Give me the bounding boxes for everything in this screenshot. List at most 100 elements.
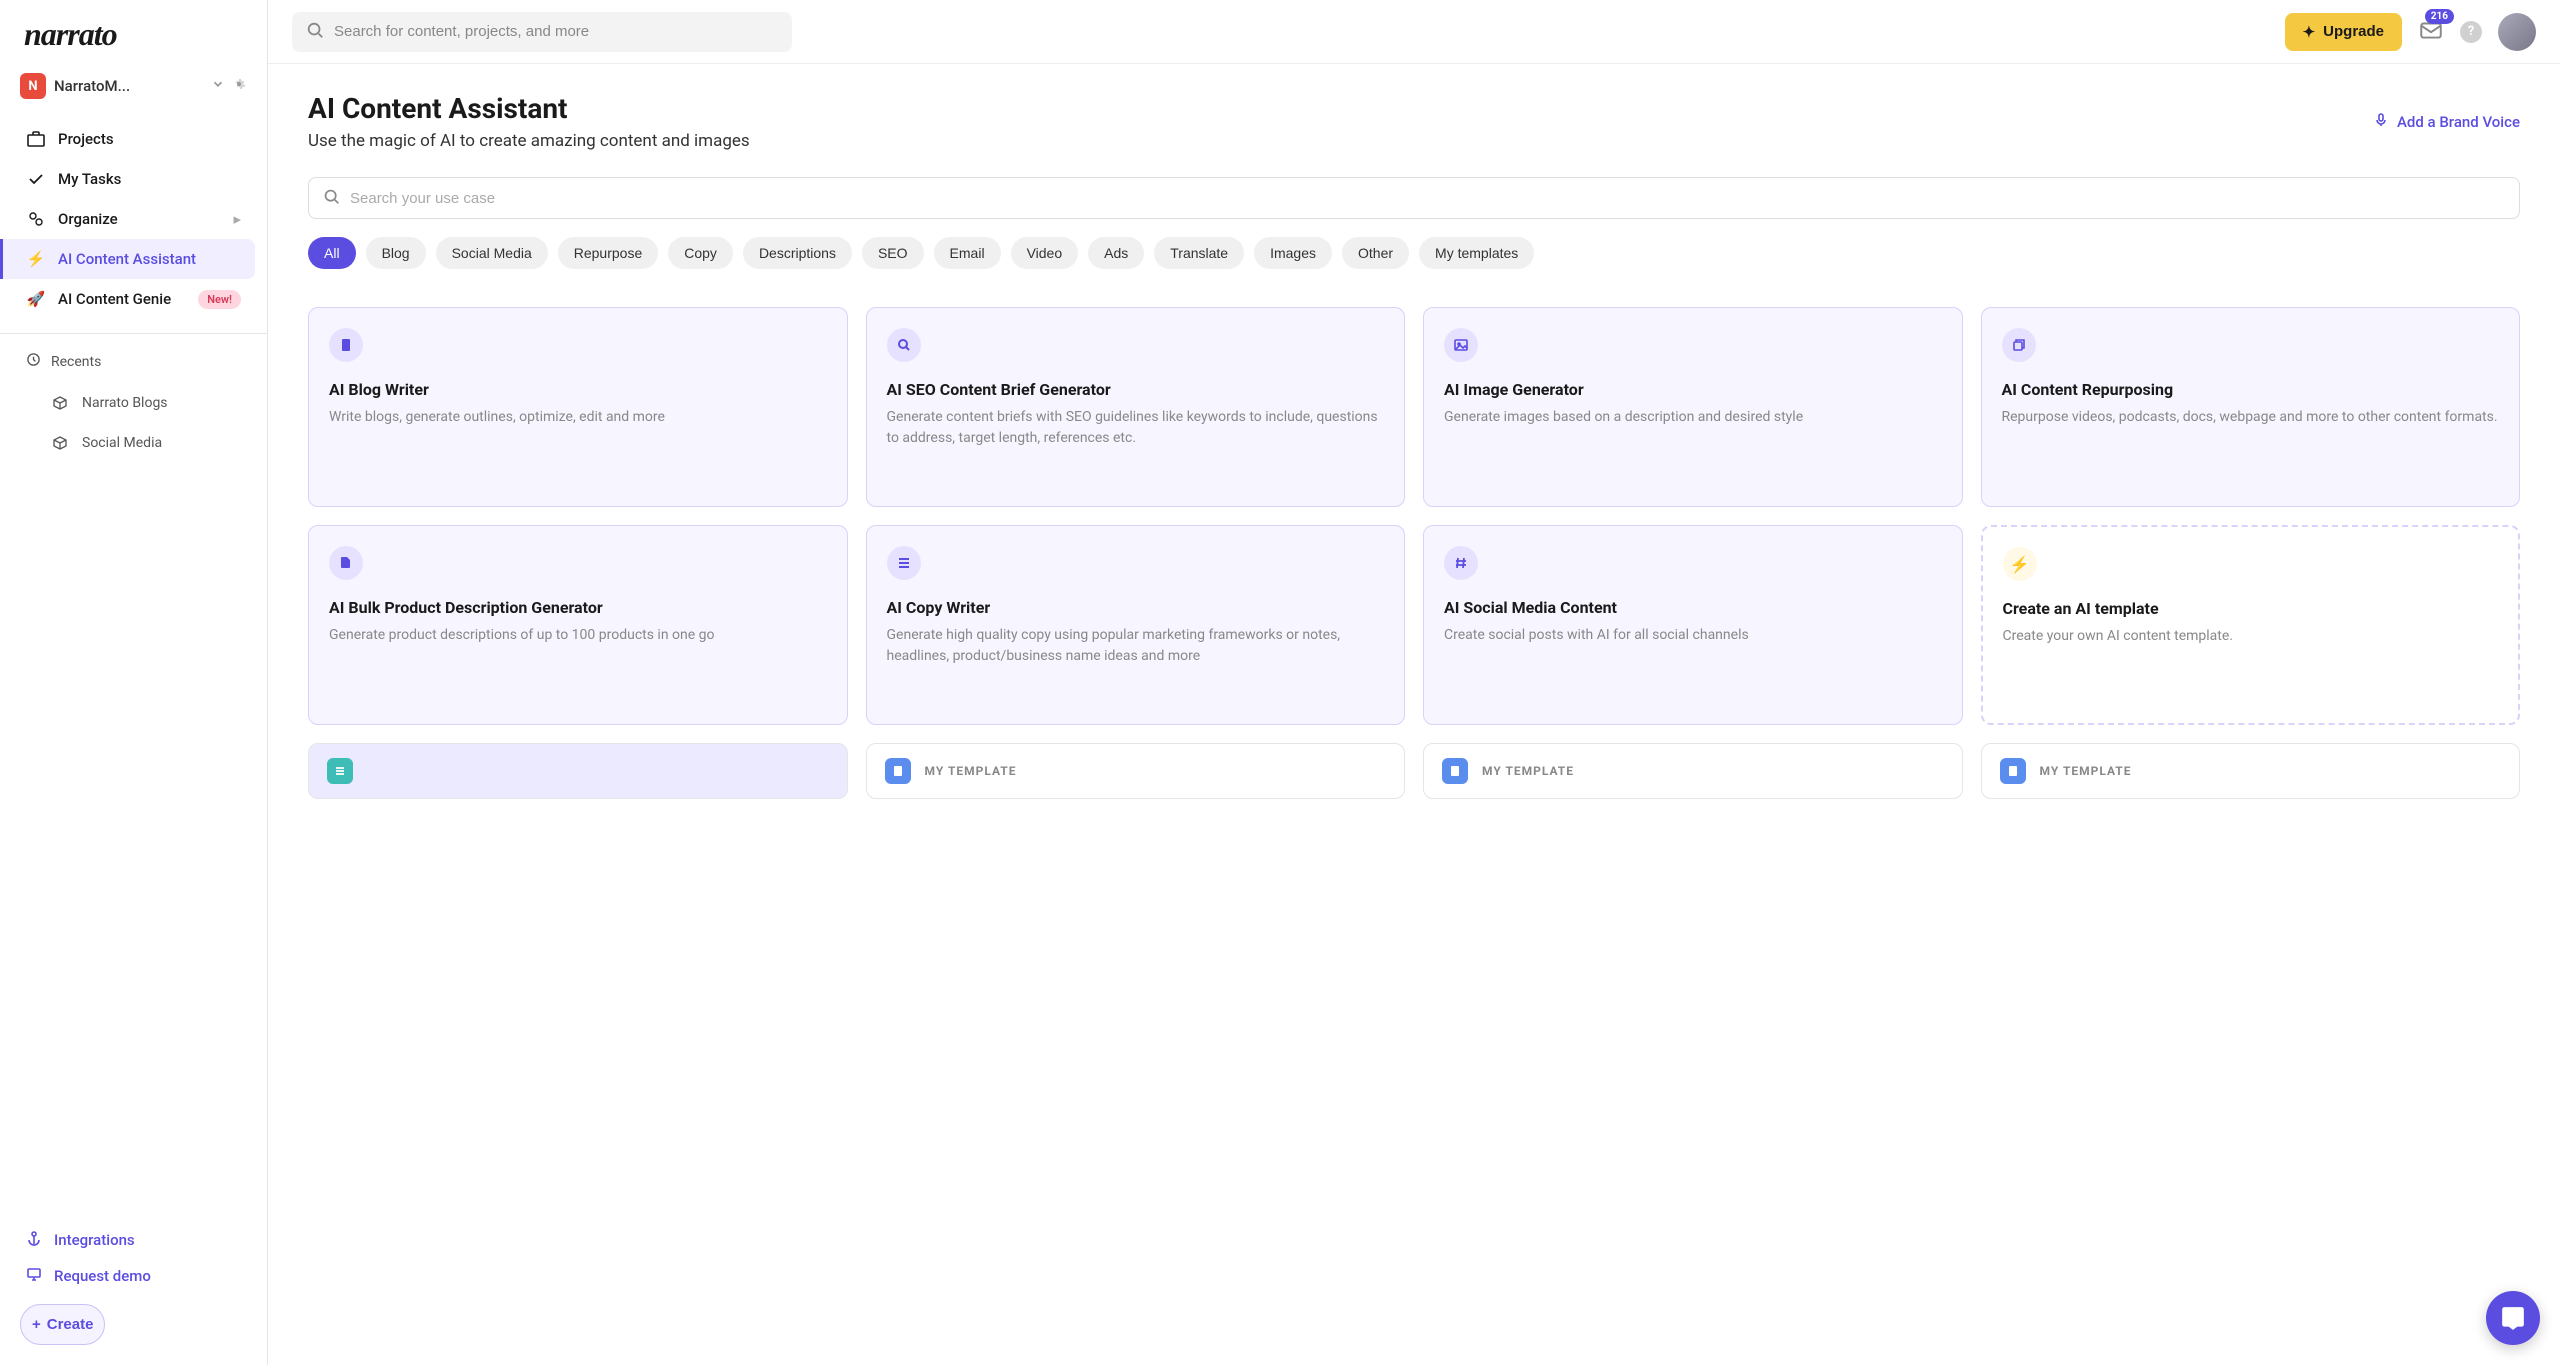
card-social-media[interactable]: AI Social Media Content Create social po… [1423, 525, 1963, 725]
plus-icon: + [32, 1316, 41, 1333]
filter-chip[interactable]: Repurpose [558, 237, 659, 269]
card-desc: Generate content briefs with SEO guideli… [887, 407, 1385, 449]
brand-logo: narrato [24, 16, 243, 53]
usecase-search-box[interactable] [308, 177, 2520, 219]
filter-chip[interactable]: Descriptions [743, 237, 852, 269]
card-desc: Repurpose videos, podcasts, docs, webpag… [2002, 407, 2500, 428]
card-desc: Create your own AI content template. [2003, 626, 2499, 647]
filter-chip[interactable]: Images [1254, 237, 1332, 269]
notifications-button[interactable]: 216 [2418, 17, 2444, 47]
card-blog-writer[interactable]: AI Blog Writer Write blogs, generate out… [308, 307, 848, 507]
chat-widget[interactable] [2486, 1291, 2540, 1345]
doc-icon [1442, 758, 1468, 784]
sidebar-item-ai-genie[interactable]: 🚀 AI Content Genie New! [12, 279, 255, 319]
card-title: AI Social Media Content [1444, 598, 1942, 617]
add-brand-voice-button[interactable]: Add a Brand Voice [2373, 112, 2520, 132]
sidebar-item-organize[interactable]: Organize ▸ [12, 199, 255, 239]
global-search-box[interactable] [292, 12, 792, 52]
badge-new: New! [198, 290, 241, 309]
card-bulk-product[interactable]: AI Bulk Product Description Generator Ge… [308, 525, 848, 725]
sidebar: narrato N NarratoM... Projects My Tasks … [0, 0, 268, 1365]
notification-count: 216 [2425, 9, 2454, 24]
sidebar-item-ai-assistant[interactable]: ⚡ AI Content Assistant [0, 239, 255, 279]
card-title: AI Image Generator [1444, 380, 1942, 399]
card-title: AI Bulk Product Description Generator [329, 598, 827, 617]
usecase-search-input[interactable] [350, 190, 2505, 207]
template-label: MY TEMPLATE [1482, 764, 1574, 778]
clock-icon [26, 352, 41, 371]
doc-icon [885, 758, 911, 784]
card-title: Create an AI template [2003, 599, 2499, 618]
magnify-icon [887, 328, 921, 362]
rocket-icon: 🚀 [26, 289, 46, 309]
recents-label: Recents [0, 344, 267, 379]
card-title: AI Copy Writer [887, 598, 1385, 617]
card-desc: Write blogs, generate outlines, optimize… [329, 407, 827, 428]
card-desc: Generate high quality copy using popular… [887, 625, 1385, 667]
card-title: AI Content Repurposing [2002, 380, 2500, 399]
bolt-icon: ⚡ [2003, 547, 2037, 581]
card-desc: Generate images based on a description a… [1444, 407, 1942, 428]
filter-chip[interactable]: My templates [1419, 237, 1534, 269]
anchor-icon [26, 1230, 42, 1250]
filter-chip[interactable]: Email [934, 237, 1001, 269]
template-card[interactable]: MY TEMPLATE [1981, 743, 2521, 799]
sidebar-item-tasks[interactable]: My Tasks [12, 159, 255, 199]
files-icon [329, 546, 363, 580]
filter-chip[interactable]: Copy [668, 237, 733, 269]
recent-item[interactable]: Narrato Blogs [12, 383, 255, 423]
workspace-badge: N [20, 73, 46, 99]
help-button[interactable]: ? [2460, 21, 2482, 43]
request-demo-link[interactable]: Request demo [12, 1258, 255, 1294]
upgrade-button[interactable]: ✦ Upgrade [2285, 13, 2402, 51]
template-card[interactable]: MY TEMPLATE [1423, 743, 1963, 799]
template-card[interactable]: MY TEMPLATE [866, 743, 1406, 799]
template-card[interactable] [308, 743, 848, 799]
filter-chip[interactable]: Blog [366, 237, 426, 269]
sidebar-item-label: AI Content Genie [58, 290, 171, 308]
user-avatar[interactable] [2498, 13, 2536, 51]
card-create-template[interactable]: ⚡ Create an AI template Create your own … [1981, 525, 2521, 725]
recent-item[interactable]: Social Media [12, 423, 255, 463]
doc-icon [329, 328, 363, 362]
sidebar-item-label: My Tasks [58, 170, 121, 188]
page-subtitle: Use the magic of AI to create amazing co… [308, 131, 2373, 151]
create-button[interactable]: + Create [20, 1304, 105, 1345]
template-label: MY TEMPLATE [925, 764, 1017, 778]
filter-chip[interactable]: Other [1342, 237, 1409, 269]
page-title: AI Content Assistant [308, 92, 2373, 125]
cards-grid: AI Blog Writer Write blogs, generate out… [308, 307, 2520, 799]
lines-icon [887, 546, 921, 580]
filter-chip[interactable]: All [308, 237, 356, 269]
sidebar-item-label: Projects [58, 130, 114, 148]
integrations-link[interactable]: Integrations [12, 1222, 255, 1258]
caret-right-icon: ▸ [233, 210, 241, 228]
gears-icon [26, 209, 46, 229]
filter-chip[interactable]: SEO [862, 237, 924, 269]
monitor-icon [26, 1266, 42, 1286]
chevron-down-icon[interactable] [211, 76, 225, 96]
filter-chip[interactable]: Ads [1088, 237, 1144, 269]
search-icon [323, 188, 340, 209]
workspace-selector[interactable]: N NarratoM... [0, 65, 267, 115]
main: ✦ Upgrade 216 ? AI Content Assistant Use… [268, 0, 2560, 1365]
list-icon [327, 758, 353, 784]
card-image-gen[interactable]: AI Image Generator Generate images based… [1423, 307, 1963, 507]
filter-chip[interactable]: Video [1011, 237, 1079, 269]
search-icon [306, 21, 324, 43]
card-title: AI Blog Writer [329, 380, 827, 399]
filter-chip[interactable]: Translate [1154, 237, 1244, 269]
card-seo-brief[interactable]: AI SEO Content Brief Generator Generate … [866, 307, 1406, 507]
filter-chip[interactable]: Social Media [436, 237, 548, 269]
card-copy-writer[interactable]: AI Copy Writer Generate high quality cop… [866, 525, 1406, 725]
global-search-input[interactable] [334, 23, 778, 40]
workspace-name: NarratoM... [54, 77, 203, 95]
gear-icon[interactable] [231, 76, 247, 96]
card-repurposing[interactable]: AI Content Repurposing Repurpose videos,… [1981, 307, 2521, 507]
cube-icon [50, 433, 70, 453]
topbar: ✦ Upgrade 216 ? [268, 0, 2560, 64]
sidebar-item-projects[interactable]: Projects [12, 119, 255, 159]
recent-label: Social Media [82, 435, 162, 451]
doc-icon [2000, 758, 2026, 784]
sparkle-icon: ✦ [2303, 23, 2316, 41]
